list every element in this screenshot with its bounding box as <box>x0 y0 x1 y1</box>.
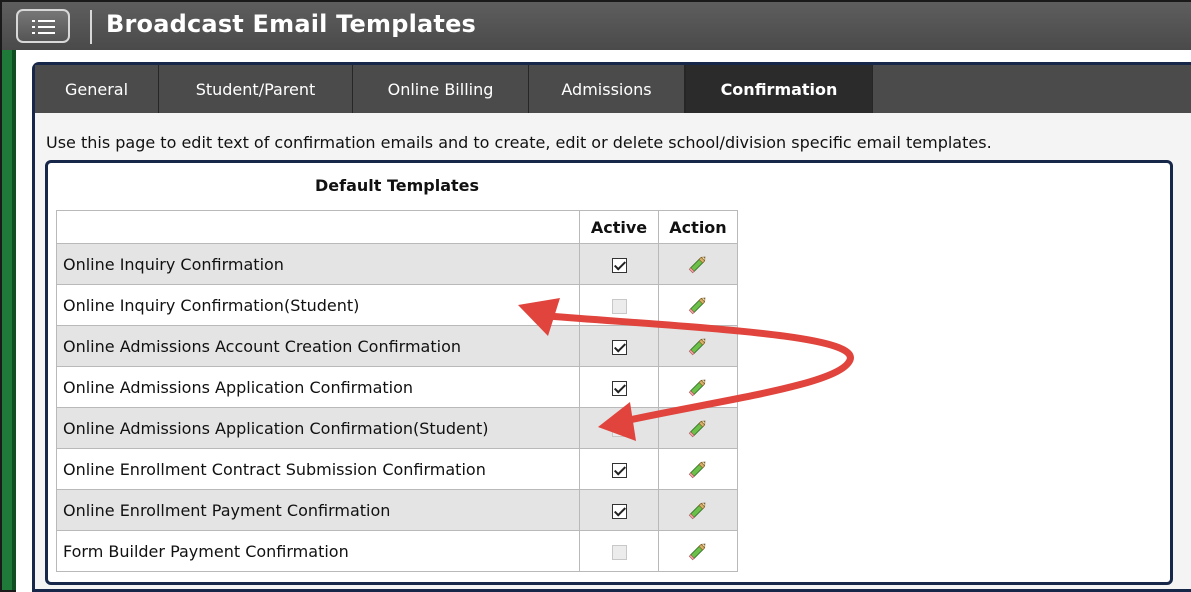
tab-general[interactable]: General <box>35 65 159 113</box>
edit-pencil-icon[interactable] <box>687 499 709 521</box>
table-row: Form Builder Payment Confirmation <box>56 530 738 572</box>
action-cell <box>658 489 738 531</box>
active-cell <box>579 448 659 490</box>
table-row: Online Inquiry Confirmation(Student) <box>56 284 738 326</box>
active-cell <box>579 284 659 326</box>
active-checkbox[interactable] <box>611 298 627 314</box>
default-templates-title: Default Templates <box>314 176 480 195</box>
edit-pencil-icon[interactable] <box>687 540 709 562</box>
active-cell <box>579 325 659 367</box>
column-header-action: Action <box>658 210 738 244</box>
title-bar: Broadcast Email Templates <box>2 2 1191 50</box>
intro-text: Use this page to edit text of confirmati… <box>46 133 992 152</box>
template-name: Online Inquiry Confirmation(Student) <box>56 284 580 326</box>
tab-label: Online Billing <box>387 79 494 99</box>
title-separator <box>90 10 92 44</box>
menu-button[interactable] <box>16 9 70 43</box>
table-row: Online Enrollment Contract Submission Co… <box>56 448 738 490</box>
action-cell <box>658 407 738 449</box>
edit-pencil-icon[interactable] <box>687 294 709 316</box>
action-cell <box>658 243 738 285</box>
template-name: Online Enrollment Payment Confirmation <box>56 489 580 531</box>
template-name: Online Enrollment Contract Submission Co… <box>56 448 580 490</box>
table-row: Online Inquiry Confirmation <box>56 243 738 285</box>
edit-pencil-icon[interactable] <box>687 417 709 439</box>
tab-label: General <box>64 79 129 99</box>
active-checkbox[interactable] <box>611 339 627 355</box>
tab-student-parent[interactable]: Student/Parent <box>159 65 353 113</box>
table-row: Online Enrollment Payment Confirmation <box>56 489 738 531</box>
tab-admissions[interactable]: Admissions <box>529 65 685 113</box>
template-name: Online Admissions Application Confirmati… <box>56 366 580 408</box>
tab-label: Admissions <box>561 79 652 99</box>
action-cell <box>658 284 738 326</box>
table-row: Online Admissions Application Confirmati… <box>56 407 738 449</box>
active-checkbox[interactable] <box>611 257 627 273</box>
active-cell <box>579 243 659 285</box>
action-cell <box>658 448 738 490</box>
tab-label: Student/Parent <box>195 79 316 99</box>
active-cell <box>579 489 659 531</box>
table-header-row: Active Action <box>56 210 738 244</box>
active-checkbox[interactable] <box>611 421 627 437</box>
template-name: Form Builder Payment Confirmation <box>56 530 580 572</box>
action-cell <box>658 325 738 367</box>
active-cell <box>579 407 659 449</box>
action-cell <box>658 530 738 572</box>
active-checkbox[interactable] <box>611 462 627 478</box>
active-checkbox[interactable] <box>611 503 627 519</box>
hamburger-list-icon <box>32 20 55 34</box>
page-title: Broadcast Email Templates <box>106 10 477 38</box>
template-name: Online Admissions Application Confirmati… <box>56 407 580 449</box>
column-header-name <box>56 210 580 244</box>
column-header-active: Active <box>579 210 659 244</box>
edit-pencil-icon[interactable] <box>687 335 709 357</box>
edit-pencil-icon[interactable] <box>687 376 709 398</box>
active-cell <box>579 530 659 572</box>
tab-online-billing[interactable]: Online Billing <box>353 65 529 113</box>
active-checkbox[interactable] <box>611 380 627 396</box>
table-row: Online Admissions Application Confirmati… <box>56 366 738 408</box>
table-row: Online Admissions Account Creation Confi… <box>56 325 738 367</box>
edit-pencil-icon[interactable] <box>687 458 709 480</box>
left-accent-strip <box>2 50 12 590</box>
tab-confirmation[interactable]: Confirmation <box>685 65 873 113</box>
template-name: Online Admissions Account Creation Confi… <box>56 325 580 367</box>
active-checkbox[interactable] <box>611 544 627 560</box>
action-cell <box>658 366 738 408</box>
template-name: Online Inquiry Confirmation <box>56 243 580 285</box>
active-cell <box>579 366 659 408</box>
tab-label: Confirmation <box>720 79 838 99</box>
templates-table: Active Action Online Inquiry Confirmatio… <box>56 210 738 572</box>
edit-pencil-icon[interactable] <box>687 253 709 275</box>
